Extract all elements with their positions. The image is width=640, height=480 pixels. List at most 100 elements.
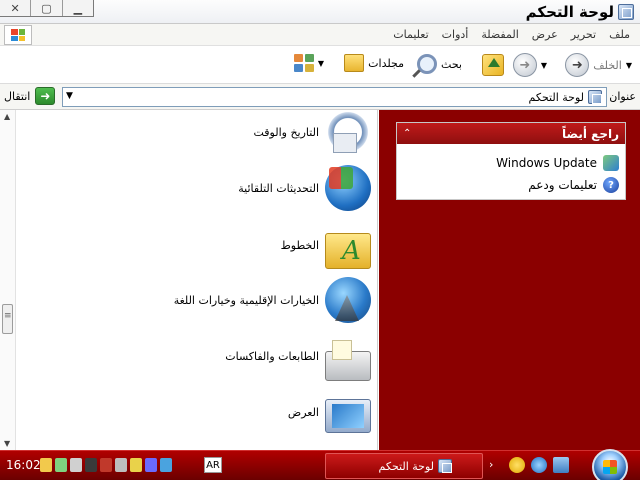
show-desktop-icon[interactable]: [553, 457, 569, 473]
minimize-button[interactable]: ▁: [63, 0, 93, 16]
forward-button[interactable]: ➜ ▼: [512, 53, 547, 77]
tray-app-icon[interactable]: [160, 458, 172, 472]
go-arrow-icon: ➜: [35, 87, 56, 105]
menu-tools[interactable]: أدوات: [442, 28, 469, 41]
windows-flag-icon: [4, 25, 32, 45]
help-icon: ?: [603, 177, 619, 193]
title-bar: ✕ ▢ ▁ لوحة التحكم: [0, 0, 640, 24]
window-title-area: لوحة التحكم: [526, 3, 634, 21]
search-label: بحث: [441, 57, 462, 71]
forward-dropdown-icon[interactable]: ▼: [541, 61, 547, 70]
folders-label: مجلدات: [368, 56, 404, 70]
address-control-panel-icon: [588, 90, 602, 104]
tray-app-icon[interactable]: [70, 458, 82, 472]
tray-app-icon[interactable]: [100, 458, 112, 472]
clock[interactable]: 16:02: [6, 458, 41, 472]
printers-icon: [325, 340, 371, 381]
item-label: التحديثات التلقائية: [238, 181, 319, 195]
back-button[interactable]: ➜ الخلف ▼: [565, 53, 632, 77]
tray-app-icon[interactable]: [130, 458, 142, 472]
folders-icon: [344, 54, 365, 72]
menu-items: ملف تحرير عرض المفضلة أدوات تعليمات: [393, 28, 630, 41]
fonts-folder-icon: [325, 233, 371, 269]
tray-app-icon[interactable]: [85, 458, 97, 472]
item-printers-faxes[interactable]: الطابعات والفاكسات: [17, 328, 377, 384]
language-indicator[interactable]: AR: [204, 457, 222, 473]
up-folder-icon: [482, 54, 504, 76]
windows-update-icon: [603, 155, 619, 171]
item-fonts[interactable]: الخطوط: [17, 217, 377, 273]
folders-button[interactable]: مجلدات: [344, 54, 404, 72]
start-button[interactable]: [592, 449, 628, 480]
up-folder-button[interactable]: [482, 54, 504, 76]
vertical-scrollbar[interactable]: ▲ ▼: [0, 110, 16, 450]
see-also-help-support[interactable]: ? تعليمات ودعم: [397, 174, 625, 196]
taskbar-button-control-panel[interactable]: لوحة التحكم: [325, 453, 483, 479]
forward-arrow-icon: ➜: [512, 53, 537, 77]
menu-favorites[interactable]: المفضلة: [481, 28, 518, 41]
views-button[interactable]: ▼: [293, 54, 324, 72]
task-panel: ⌃ راجع أيضاً Windows Update ? تعليمات ود…: [379, 110, 640, 450]
taskbar: 16:02 AR لوحة التحكم ›: [0, 449, 640, 480]
menu-file[interactable]: ملف: [609, 28, 630, 41]
see-also-label: تعليمات ودعم: [528, 178, 597, 192]
display-icon: [325, 399, 371, 433]
messenger-icon[interactable]: [509, 457, 525, 473]
content-pane: ▲ ▼ التاريخ والوقت التحديثات التلقائية ا…: [0, 109, 378, 450]
system-tray: [40, 458, 172, 472]
item-regional-options[interactable]: الخيارات الإقليمية وخيارات اللغة: [17, 272, 377, 328]
item-display[interactable]: العرض: [17, 384, 377, 440]
control-panel-icon: [438, 459, 452, 473]
quick-launch-chevron-icon[interactable]: ›: [489, 458, 493, 471]
tray-app-icon[interactable]: [115, 458, 127, 472]
window-title: لوحة التحكم: [525, 3, 614, 21]
see-also-title: راجع أيضاً: [562, 126, 619, 141]
toolbar: ➜ الخلف ▼ ➜ ▼ بحث مجلدات ▼: [0, 46, 640, 84]
menu-bar: ملف تحرير عرض المفضلة أدوات تعليمات: [0, 24, 640, 46]
date-time-icon: [325, 109, 371, 155]
see-also-header[interactable]: ⌃ راجع أيضاً: [397, 123, 625, 144]
views-icon: [293, 54, 314, 72]
item-label: الخيارات الإقليمية وخيارات اللغة: [173, 293, 319, 307]
search-icon: [417, 54, 438, 74]
item-label: العرض: [287, 405, 319, 419]
address-label: عنوان: [609, 90, 636, 103]
scroll-up-icon[interactable]: ▲: [4, 112, 10, 121]
tray-app-icon[interactable]: [145, 458, 157, 472]
quick-launch: [509, 457, 569, 473]
views-dropdown-icon[interactable]: ▼: [318, 59, 324, 68]
address-text: لوحة التحكم: [528, 90, 584, 104]
menu-edit[interactable]: تحرير: [571, 28, 596, 41]
window-controls: ✕ ▢ ▁: [0, 0, 94, 17]
scroll-down-icon[interactable]: ▼: [4, 439, 10, 448]
tray-app-icon[interactable]: [40, 458, 52, 472]
task-label: لوحة التحكم: [378, 459, 434, 473]
back-label: الخلف: [593, 58, 622, 72]
item-date-time[interactable]: التاريخ والوقت: [17, 104, 377, 160]
see-also-windows-update[interactable]: Windows Update: [397, 152, 625, 174]
tray-app-icon[interactable]: [55, 458, 67, 472]
go-button[interactable]: انتقال ➜: [4, 87, 56, 105]
see-also-label: Windows Update: [496, 156, 597, 170]
address-value: لوحة التحكم: [529, 90, 602, 104]
maximize-button[interactable]: ▢: [31, 0, 63, 16]
regional-options-icon: [325, 277, 371, 323]
item-label: الطابعات والفاكسات: [225, 349, 319, 363]
collapse-chevron-icon[interactable]: ⌃: [403, 128, 411, 139]
address-dropdown-icon[interactable]: ▼: [66, 91, 73, 101]
automatic-updates-icon: [325, 165, 371, 211]
control-panel-icon: [618, 4, 634, 20]
refresh-icon[interactable]: [531, 457, 547, 473]
item-label: التاريخ والوقت: [253, 125, 319, 139]
see-also-box: ⌃ راجع أيضاً Windows Update ? تعليمات ود…: [396, 122, 626, 200]
back-dropdown-icon[interactable]: ▼: [626, 61, 632, 70]
menu-view[interactable]: عرض: [532, 28, 558, 41]
item-automatic-updates[interactable]: التحديثات التلقائية: [17, 160, 377, 216]
close-button[interactable]: ✕: [0, 0, 32, 16]
scroll-thumb[interactable]: [2, 304, 13, 334]
item-label: الخطوط: [280, 238, 319, 252]
go-label: انتقال: [4, 89, 31, 103]
menu-help[interactable]: تعليمات: [393, 28, 428, 41]
back-arrow-icon: ➜: [565, 53, 590, 77]
search-button[interactable]: بحث: [417, 54, 462, 74]
